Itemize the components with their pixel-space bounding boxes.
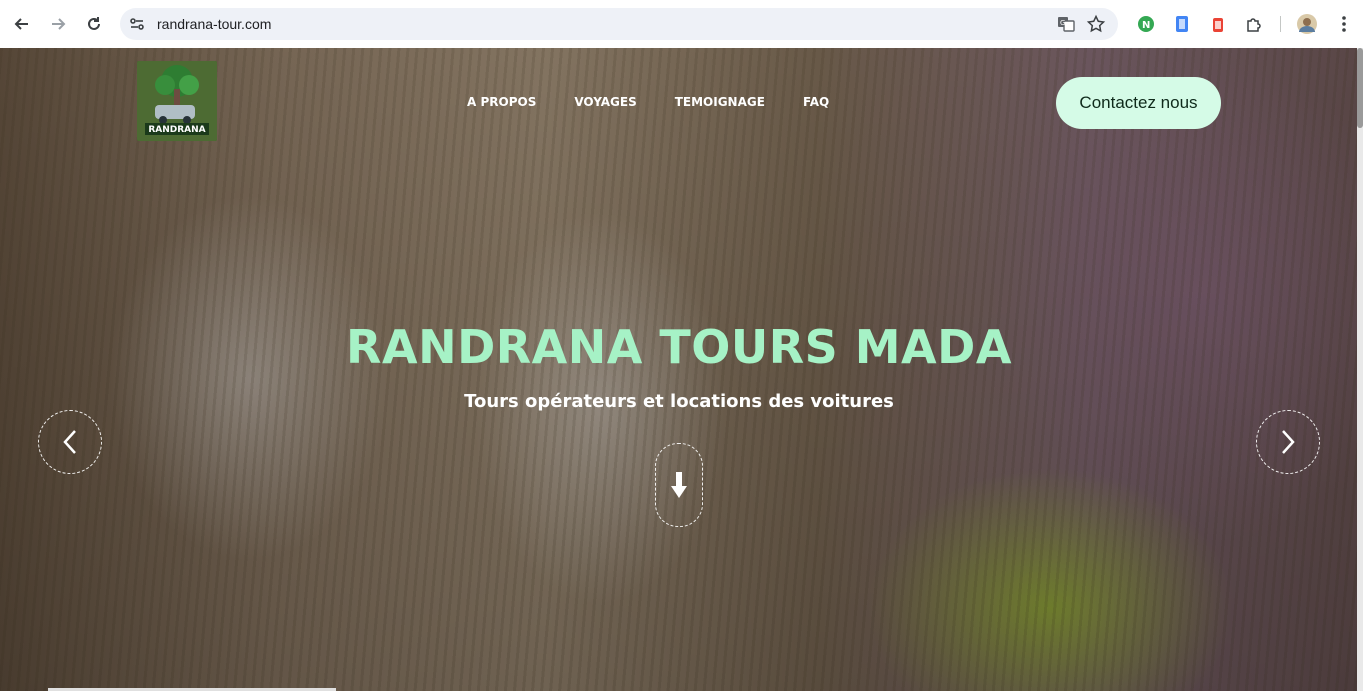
- hero-section: RANDRANA A PROPOS VOYAGES TEMOIGNAGE FAQ…: [0, 48, 1363, 691]
- svg-text:G: G: [1060, 19, 1065, 27]
- nav-item-faq[interactable]: FAQ: [803, 95, 829, 109]
- main-nav: A PROPOS VOYAGES TEMOIGNAGE FAQ: [467, 95, 829, 109]
- address-bar[interactable]: randrana-tour.com G: [120, 8, 1118, 40]
- scrollbar-thumb[interactable]: [1357, 48, 1363, 128]
- page-scrollbar[interactable]: [1357, 48, 1363, 691]
- extension-blue-icon[interactable]: [1171, 13, 1193, 35]
- more-menu-icon[interactable]: [1333, 13, 1355, 35]
- browser-toolbar: randrana-tour.com G N: [0, 0, 1363, 49]
- profile-avatar[interactable]: [1296, 13, 1318, 35]
- hero-subtitle: Tours opérateurs et locations des voitur…: [464, 391, 894, 412]
- chevron-right-icon: [1282, 430, 1295, 454]
- contact-button[interactable]: Contactez nous: [1056, 77, 1221, 129]
- nav-item-temoignage[interactable]: TEMOIGNAGE: [675, 95, 765, 109]
- scroll-down-button[interactable]: [655, 443, 703, 527]
- star-icon[interactable]: [1086, 14, 1106, 34]
- extensions-puzzle-icon[interactable]: [1243, 13, 1265, 35]
- hero-title: RANDRANA TOURS MADA: [346, 320, 1012, 374]
- svg-text:N: N: [1142, 20, 1150, 31]
- back-icon[interactable]: [8, 10, 36, 38]
- extension-red-icon[interactable]: [1207, 13, 1229, 35]
- carousel-prev-button[interactable]: [38, 410, 102, 474]
- chevron-left-icon: [63, 430, 76, 454]
- toolbar-separator: [1280, 16, 1281, 32]
- nav-item-apropos[interactable]: A PROPOS: [467, 95, 536, 109]
- site-logo[interactable]: RANDRANA: [137, 61, 217, 141]
- nav-item-voyages[interactable]: VOYAGES: [574, 95, 636, 109]
- logo-text: RANDRANA: [148, 125, 205, 135]
- arrow-down-icon: [671, 472, 687, 498]
- reload-icon[interactable]: [80, 10, 108, 38]
- translate-icon[interactable]: G: [1056, 14, 1076, 34]
- carousel-next-button[interactable]: [1256, 410, 1320, 474]
- site-info-icon[interactable]: [128, 15, 146, 33]
- url-text[interactable]: randrana-tour.com: [157, 16, 271, 32]
- extension-green-icon[interactable]: N: [1135, 13, 1157, 35]
- forward-icon[interactable]: [44, 10, 72, 38]
